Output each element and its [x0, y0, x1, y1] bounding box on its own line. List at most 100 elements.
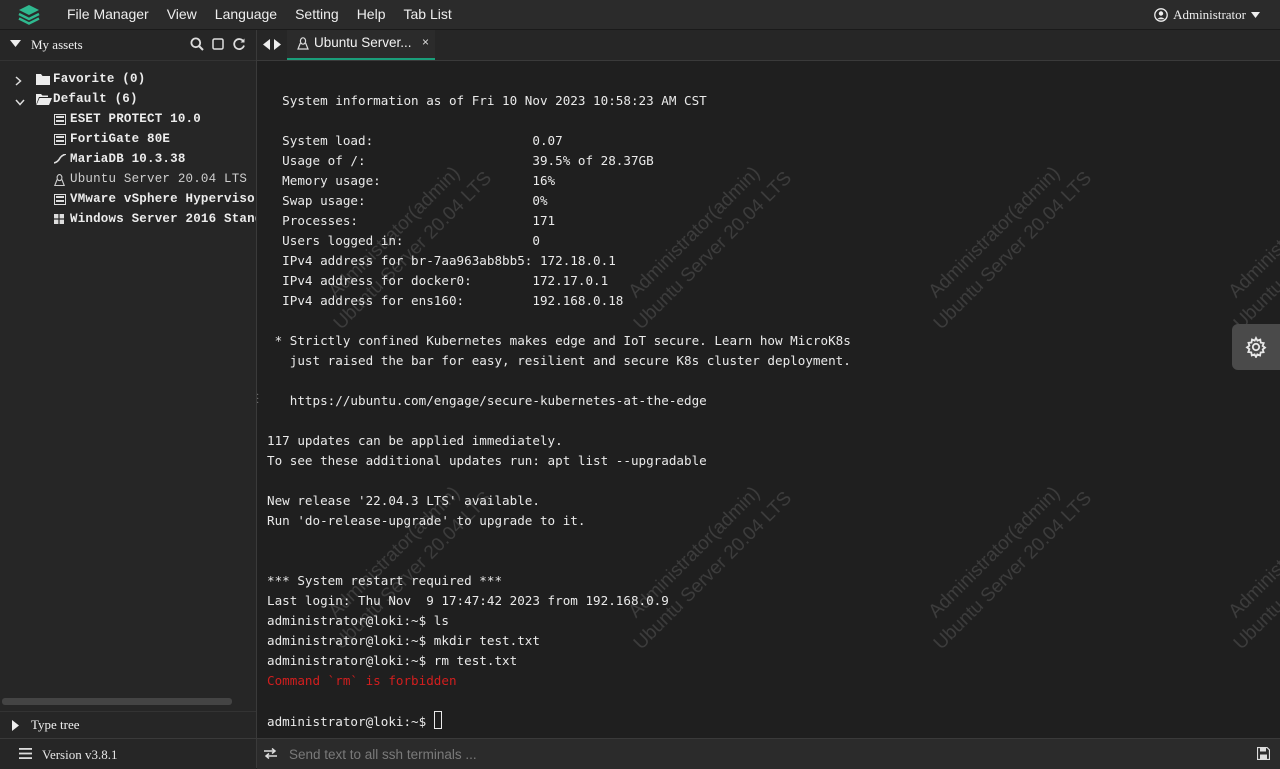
tab-close-button[interactable]: ×	[422, 35, 429, 49]
tab-label: Ubuntu Server...	[314, 35, 412, 50]
horizontal-scrollbar[interactable]	[2, 698, 232, 705]
terminal-line: administrator@loki:~$ mkdir test.txt	[267, 633, 540, 648]
watermark-user: Administrator(admin)	[1224, 482, 1280, 623]
tree-label: Ubuntu Server 20.04 LTS	[70, 172, 248, 186]
folder-open-icon	[36, 93, 52, 109]
terminal-line: System load: 0.07	[267, 133, 563, 148]
menu-language[interactable]: Language	[206, 0, 286, 29]
menu-setting[interactable]: Setting	[286, 0, 348, 29]
tree-asset[interactable]: Windows Server 2016 Standa	[0, 210, 256, 230]
tree-label: Windows Server 2016 Standa	[70, 212, 256, 226]
sidebar-resize-handle[interactable]: · · ·	[256, 391, 259, 409]
tab-bar: Ubuntu Server... ×	[257, 30, 1280, 61]
server-icon	[54, 114, 66, 129]
watermark: Administrator(admin)Ubuntu Server 20.04 …	[1210, 148, 1280, 336]
tree-label: ESET PROTECT 10.0	[70, 112, 201, 126]
terminal-settings-button[interactable]	[1232, 324, 1280, 370]
linux-icon	[54, 174, 65, 190]
collapse-all-icon[interactable]	[211, 37, 225, 51]
tab-scroll-right-icon[interactable]	[274, 39, 281, 50]
terminal-line: Memory usage: 16%	[267, 173, 556, 188]
swap-icon	[264, 748, 277, 759]
folder-icon	[36, 73, 50, 89]
menu-help[interactable]: Help	[348, 0, 395, 29]
terminal-line: IPv4 address for ens160: 192.168.0.18	[267, 293, 624, 308]
tree-label: MariaDB 10.3.38	[70, 152, 186, 166]
chevron-down-icon[interactable]	[15, 99, 25, 106]
watermark-user: Administrator(admin)	[1224, 162, 1280, 303]
terminal-line: New release '22.04.3 LTS' available.	[267, 493, 540, 508]
watermark-user: Administrator(admin)	[924, 482, 1065, 623]
chevron-down-icon	[1251, 11, 1260, 18]
tree-folder[interactable]: Default (6)	[0, 90, 256, 110]
tree-asset[interactable]: VMware vSphere Hypervisor	[0, 190, 256, 210]
terminal-line: To see these additional updates run: apt…	[267, 453, 707, 468]
watermark-asset: Ubuntu Server 20.04 LTS	[1229, 168, 1280, 334]
refresh-icon[interactable]	[232, 37, 246, 51]
user-icon	[1154, 7, 1168, 22]
my-assets-header[interactable]: My assets	[0, 30, 256, 61]
terminal-line: IPv4 address for docker0: 172.17.0.1	[267, 273, 609, 288]
terminal-line: 117 updates can be applied immediately.	[267, 433, 563, 448]
terminal-line: Processes: 171	[267, 213, 556, 228]
terminal-line: *** System restart required ***	[267, 573, 503, 588]
my-assets-title: My assets	[31, 37, 83, 52]
linux-icon	[297, 37, 309, 50]
terminal-line: administrator@loki:~$	[267, 714, 434, 729]
watermark-asset: Ubuntu Server 20.04 LTS	[929, 487, 1096, 654]
terminal-output[interactable]: System information as of Fri 10 Nov 2023…	[267, 91, 851, 732]
user-menu[interactable]: Administrator	[1154, 0, 1260, 29]
tree-asset[interactable]: MariaDB 10.3.38	[0, 150, 256, 170]
terminal-line: Usage of /: 39.5% of 28.37GB	[267, 153, 654, 168]
menu-file-manager[interactable]: File Manager	[58, 0, 158, 29]
search-icon[interactable]	[190, 37, 204, 51]
terminal-line: administrator@loki:~$ ls	[267, 613, 449, 628]
watermark: Administrator(admin)Ubuntu Server 20.04 …	[910, 148, 1098, 336]
terminal-error-line: Command `rm` is forbidden	[267, 673, 457, 688]
terminal-line: Last login: Thu Nov 9 17:47:42 2023 from…	[267, 593, 669, 608]
terminal-line: System information as of Fri 10 Nov 2023…	[267, 93, 707, 108]
tree-asset[interactable]: Ubuntu Server 20.04 LTS	[0, 170, 256, 190]
tree-asset[interactable]: FortiGate 80E	[0, 130, 256, 150]
sidebar: My assets Favorite (0) Default (6) ESET PR…	[0, 30, 257, 769]
menu-icon[interactable]	[19, 748, 32, 759]
version-bar[interactable]: Version v3.8.1	[0, 738, 256, 769]
type-tree-header[interactable]: Type tree	[0, 711, 256, 738]
caret-right-icon[interactable]	[12, 720, 19, 731]
app-logo-icon[interactable]	[0, 0, 58, 29]
send-to-all-input[interactable]	[287, 743, 1241, 765]
terminal-line: https://ubuntu.com/engage/secure-kuberne…	[267, 393, 707, 408]
watermark: Administrator(admin)Ubuntu Server 20.04 …	[910, 468, 1098, 656]
gear-icon	[1245, 336, 1267, 358]
terminal-line: Users logged in: 0	[267, 233, 540, 248]
watermark-user: Administrator(admin)	[924, 162, 1065, 303]
terminal-line: Run 'do-release-upgrade' to upgrade to i…	[267, 513, 586, 528]
server-icon	[54, 194, 66, 209]
caret-down-icon[interactable]	[10, 40, 21, 48]
terminal-line: Swap usage: 0%	[267, 193, 548, 208]
menu-tab-list[interactable]: Tab List	[394, 0, 460, 29]
tree-asset[interactable]: ESET PROTECT 10.0	[0, 110, 256, 130]
user-name: Administrator	[1173, 6, 1246, 22]
terminal-line: administrator@loki:~$ rm test.txt	[267, 653, 518, 668]
terminal[interactable]: Administrator(admin) Ubuntu Server 20.04 …	[257, 61, 1280, 738]
save-icon[interactable]	[1257, 747, 1270, 760]
watermark: Administrator(admin)Ubuntu Server 20.04 …	[1210, 468, 1280, 656]
chevron-right-icon[interactable]	[15, 76, 22, 86]
terminal-line: IPv4 address for br-7aa963ab8bb5: 172.18…	[267, 253, 616, 268]
menu-bar: File Manager View Language Setting Help Tab L…	[0, 0, 1280, 30]
database-icon	[53, 153, 67, 168]
tree-label: Favorite (0)	[53, 72, 146, 86]
version-label: Version v3.8.1	[42, 747, 118, 762]
tab-ubuntu-server[interactable]: Ubuntu Server... ×	[287, 30, 435, 60]
tree-label: VMware vSphere Hypervisor	[70, 192, 256, 206]
windows-icon	[54, 214, 64, 228]
server-icon	[54, 134, 66, 149]
tree-folder[interactable]: Favorite (0)	[0, 70, 256, 90]
tab-scroll-left-icon[interactable]	[263, 39, 270, 50]
watermark-asset: Ubuntu Server 20.04 LTS	[1229, 488, 1280, 654]
send-to-all-bar	[257, 738, 1280, 769]
tree-label: FortiGate 80E	[70, 132, 171, 146]
menu-view[interactable]: View	[158, 0, 206, 29]
watermark-asset: Ubuntu Server 20.04 LTS	[929, 167, 1096, 334]
